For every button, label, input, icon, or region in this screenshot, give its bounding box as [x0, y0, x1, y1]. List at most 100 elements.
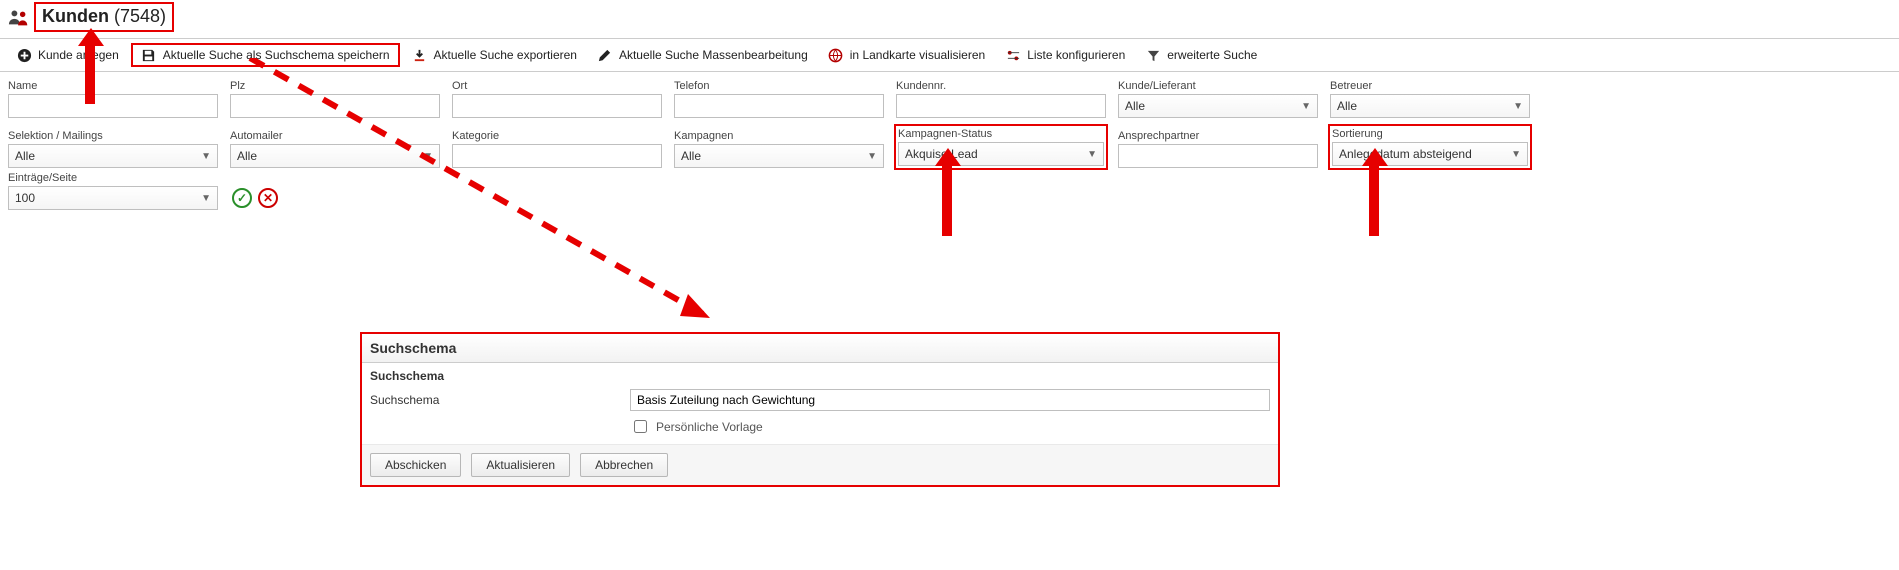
- kategorie-input[interactable]: [452, 144, 662, 168]
- selektion-label: Selektion / Mailings: [8, 130, 218, 142]
- annotation-arrow-status: [935, 148, 959, 236]
- annotation-arrow-sort: [1362, 148, 1386, 236]
- sortierung-label: Sortierung: [1332, 128, 1528, 140]
- name-label: Name: [8, 80, 218, 92]
- kundennr-label: Kundennr.: [896, 80, 1106, 92]
- telefon-label: Telefon: [674, 80, 884, 92]
- field-sortierung: Sortierung Anlegedatum absteigend ▼: [1330, 126, 1530, 168]
- kampagnen-select[interactable]: Alle ▼: [674, 144, 884, 168]
- field-entries-per-page: Einträge/Seite 100 ▼: [8, 172, 218, 210]
- annotation-arrow-title: [78, 28, 102, 104]
- entries-value: 100: [15, 191, 35, 205]
- kampagnen-label: Kampagnen: [674, 130, 884, 142]
- field-betreuer: Betreuer Alle ▼: [1330, 80, 1530, 118]
- toolbar: Kunde anlegen Aktuelle Suche als Suchsch…: [0, 38, 1899, 72]
- save-schema-label: Aktuelle Suche als Suchschema speichern: [163, 48, 390, 62]
- dialog-cancel-button[interactable]: Abbrechen: [580, 453, 668, 477]
- kundennr-input[interactable]: [896, 94, 1106, 118]
- schema-name-input[interactable]: [630, 389, 1270, 411]
- chevron-down-icon: ▼: [201, 151, 211, 162]
- dialog-refresh-button[interactable]: Aktualisieren: [471, 453, 570, 477]
- save-schema-dialog: Suchschema Suchschema Suchschema Persönl…: [360, 332, 1280, 487]
- ansprechpartner-label: Ansprechpartner: [1118, 130, 1318, 142]
- map-visualize-button[interactable]: in Landkarte visualisieren: [820, 44, 993, 66]
- page-title: Kunden: [42, 6, 109, 26]
- sortierung-value: Anlegedatum absteigend: [1339, 147, 1472, 161]
- field-ort: Ort: [452, 80, 662, 118]
- field-automailer: Automailer Alle ▼: [230, 130, 440, 168]
- plz-input[interactable]: [230, 94, 440, 118]
- betreuer-select[interactable]: Alle ▼: [1330, 94, 1530, 118]
- dialog-field-label: Suchschema: [370, 393, 630, 407]
- betreuer-label: Betreuer: [1330, 80, 1530, 92]
- selektion-value: Alle: [15, 149, 35, 163]
- export-label: Aktuelle Suche exportieren: [434, 48, 577, 62]
- dialog-title: Suchschema: [362, 334, 1278, 363]
- field-kundennr: Kundennr.: [896, 80, 1106, 118]
- clear-button[interactable]: ✕: [258, 188, 278, 208]
- selektion-select[interactable]: Alle ▼: [8, 144, 218, 168]
- ort-input[interactable]: [452, 94, 662, 118]
- dialog-section-label: Suchschema: [362, 363, 1278, 385]
- bulk-edit-label: Aktuelle Suche Massenbearbeitung: [619, 48, 808, 62]
- chevron-down-icon: ▼: [1301, 101, 1311, 112]
- field-kunde-lieferant: Kunde/Lieferant Alle ▼: [1118, 80, 1318, 118]
- kategorie-label: Kategorie: [452, 130, 662, 142]
- plus-circle-icon: [16, 47, 32, 63]
- bulk-edit-button[interactable]: Aktuelle Suche Massenbearbeitung: [589, 44, 816, 66]
- advanced-search-label: erweiterte Suche: [1167, 48, 1257, 62]
- export-icon: [412, 47, 428, 63]
- kampagnen-value: Alle: [681, 149, 701, 163]
- automailer-select[interactable]: Alle ▼: [230, 144, 440, 168]
- kunde-lieferant-select[interactable]: Alle ▼: [1118, 94, 1318, 118]
- configure-list-button[interactable]: Liste konfigurieren: [997, 44, 1133, 66]
- entries-select[interactable]: 100 ▼: [8, 186, 218, 210]
- kunde-lieferant-value: Alle: [1125, 99, 1145, 113]
- kunde-lieferant-label: Kunde/Lieferant: [1118, 80, 1318, 92]
- field-plz: Plz: [230, 80, 440, 118]
- customers-icon: [8, 8, 28, 26]
- betreuer-value: Alle: [1337, 99, 1357, 113]
- save-icon: [141, 47, 157, 63]
- page-title-highlight: Kunden (7548): [34, 2, 174, 32]
- sliders-icon: [1005, 47, 1021, 63]
- kampagnen-status-label: Kampagnen-Status: [898, 128, 1104, 140]
- field-kampagnen: Kampagnen Alle ▼: [674, 130, 884, 168]
- filter-icon: [1145, 47, 1161, 63]
- configure-list-label: Liste konfigurieren: [1027, 48, 1125, 62]
- globe-icon: [828, 47, 844, 63]
- field-kategorie: Kategorie: [452, 130, 662, 168]
- field-telefon: Telefon: [674, 80, 884, 118]
- chevron-down-icon: ▼: [1513, 101, 1523, 112]
- ort-label: Ort: [452, 80, 662, 92]
- personal-template-checkbox[interactable]: [634, 420, 647, 433]
- plz-label: Plz: [230, 80, 440, 92]
- field-kampagnen-status: Kampagnen-Status Akquise Lead ▼: [896, 126, 1106, 168]
- chevron-down-icon: ▼: [1087, 149, 1097, 160]
- field-name: Name: [8, 80, 218, 118]
- export-button[interactable]: Aktuelle Suche exportieren: [404, 44, 585, 66]
- personal-template-label: Persönliche Vorlage: [656, 420, 763, 434]
- chevron-down-icon: ▼: [867, 151, 877, 162]
- automailer-value: Alle: [237, 149, 257, 163]
- personal-template-checkbox-wrap[interactable]: Persönliche Vorlage: [630, 417, 1270, 436]
- save-schema-button[interactable]: Aktuelle Suche als Suchschema speichern: [131, 43, 400, 67]
- page-header: Kunden (7548): [0, 0, 1899, 34]
- advanced-search-button[interactable]: erweiterte Suche: [1137, 44, 1265, 66]
- apply-button[interactable]: ✓: [232, 188, 252, 208]
- chevron-down-icon: ▼: [201, 193, 211, 204]
- field-ansprechpartner: Ansprechpartner: [1118, 130, 1318, 168]
- create-customer-button[interactable]: Kunde anlegen: [8, 44, 127, 66]
- chevron-down-icon: ▼: [423, 151, 433, 162]
- map-visualize-label: in Landkarte visualisieren: [850, 48, 985, 62]
- chevron-down-icon: ▼: [1511, 149, 1521, 160]
- page-count: (7548): [114, 6, 166, 26]
- entries-label: Einträge/Seite: [8, 172, 218, 184]
- kampagnen-status-select[interactable]: Akquise Lead ▼: [898, 142, 1104, 166]
- automailer-label: Automailer: [230, 130, 440, 142]
- name-input[interactable]: [8, 94, 218, 118]
- ansprechpartner-input[interactable]: [1118, 144, 1318, 168]
- field-selektion: Selektion / Mailings Alle ▼: [8, 130, 218, 168]
- telefon-input[interactable]: [674, 94, 884, 118]
- dialog-submit-button[interactable]: Abschicken: [370, 453, 461, 477]
